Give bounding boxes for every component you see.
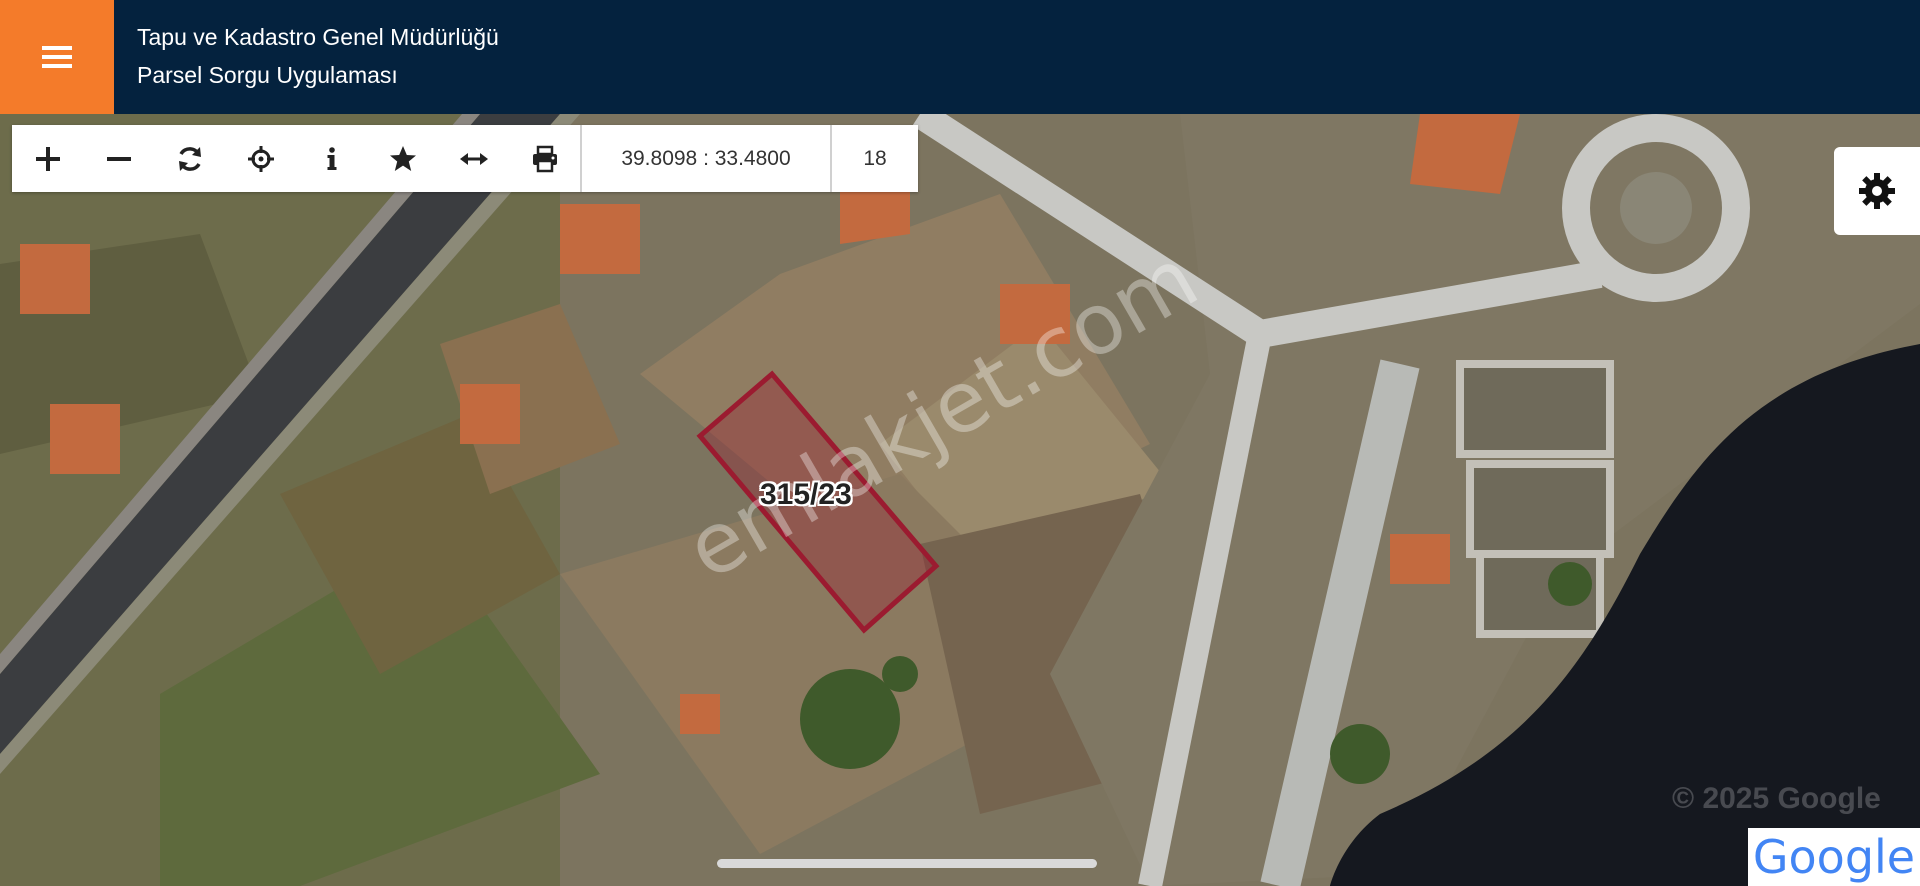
parcel-label[interactable]: 315/23	[760, 478, 852, 512]
favorite-button[interactable]	[367, 125, 438, 192]
app-subtitle: Parsel Sorgu Uygulaması	[137, 62, 398, 88]
provider-logo-text: Google	[1752, 830, 1916, 884]
satellite-map[interactable]: emlakjet.com © 2025 Google	[0, 114, 1920, 886]
app-header: Tapu ve Kadastro Genel Müdürlüğü Parsel …	[0, 0, 1920, 114]
measure-button[interactable]	[438, 125, 509, 192]
coordinate-readout: 39.8098 : 33.4800	[580, 125, 830, 192]
settings-button[interactable]	[1834, 147, 1920, 235]
star-icon	[389, 145, 416, 171]
map-toolbar: 39.8098 : 33.4800 18	[12, 125, 918, 192]
gear-icon	[1859, 173, 1895, 209]
zoom-level-readout: 18	[830, 125, 918, 192]
menu-button[interactable]	[0, 0, 114, 114]
hamburger-menu-icon	[42, 46, 72, 68]
app-titles: Tapu ve Kadastro Genel Müdürlüğü Parsel …	[137, 18, 499, 94]
map-imagery	[0, 114, 1920, 886]
zoom-in-button[interactable]	[12, 125, 83, 192]
plus-icon	[35, 146, 60, 171]
crosshair-icon	[247, 145, 274, 172]
info-icon	[327, 146, 336, 170]
print-button[interactable]	[509, 125, 580, 192]
google-logo: Google	[1748, 828, 1920, 886]
map-copyright: © 2025 Google	[1672, 782, 1881, 815]
minus-icon	[106, 156, 131, 161]
horizontal-scrollbar[interactable]	[717, 859, 1097, 868]
printer-icon	[532, 145, 557, 172]
refresh-button[interactable]	[154, 125, 225, 192]
arrows-horizontal-icon	[459, 152, 488, 165]
locate-button[interactable]	[225, 125, 296, 192]
refresh-icon	[178, 146, 201, 171]
info-button[interactable]	[296, 125, 367, 192]
agency-title: Tapu ve Kadastro Genel Müdürlüğü	[137, 24, 499, 50]
zoom-out-button[interactable]	[83, 125, 154, 192]
